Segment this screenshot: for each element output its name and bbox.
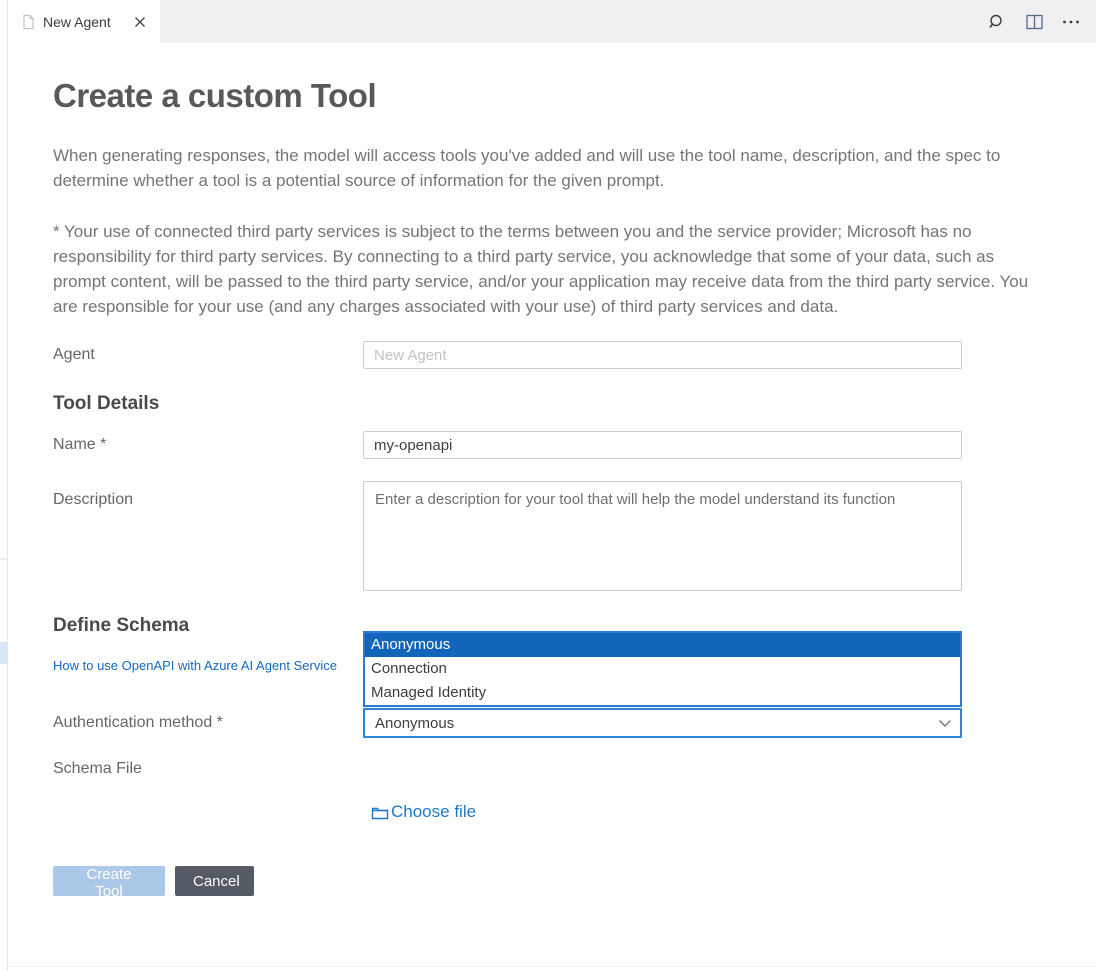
cancel-button[interactable]: Cancel [175, 866, 254, 896]
name-label: Name * [53, 436, 363, 454]
dropdown-option-managed-identity[interactable]: Managed Identity [365, 681, 960, 705]
tool-details-heading: Tool Details [53, 393, 1043, 419]
agent-input[interactable] [363, 341, 962, 369]
intro-paragraph: When generating responses, the model wil… [53, 143, 1043, 193]
schema-link-row: How to use OpenAPI with Azure AI Agent S… [53, 641, 1043, 708]
description-row: Description [53, 481, 1043, 591]
schema-file-row: Schema File [53, 758, 1043, 780]
name-input[interactable] [363, 431, 962, 459]
page-title: Create a custom Tool [53, 77, 1043, 121]
folder-icon [371, 804, 390, 821]
left-gutter [0, 0, 8, 971]
file-icon [20, 14, 36, 30]
form-actions: Create Tool Cancel [53, 866, 1043, 896]
auth-method-row: Authentication method * Anonymous [53, 708, 1043, 738]
dropdown-option-connection[interactable]: Connection [365, 657, 960, 681]
editor-tab-bar: New Agent [0, 0, 1096, 43]
choose-file-button[interactable]: Choose file [371, 802, 476, 822]
more-actions-icon[interactable] [1060, 11, 1082, 33]
editor-content: Create a custom Tool When generating res… [0, 77, 1096, 896]
schema-file-label: Schema File [53, 760, 363, 778]
auth-method-dropdown-popup: Anonymous Connection Managed Identity [363, 631, 962, 707]
chevron-down-icon [930, 719, 960, 728]
dropdown-option-anonymous[interactable]: Anonymous [365, 633, 960, 657]
description-label: Description [53, 481, 363, 509]
editor-actions [986, 0, 1082, 43]
split-editor-icon[interactable] [1023, 11, 1045, 33]
auth-method-selected-value: Anonymous [365, 715, 930, 732]
third-party-disclaimer: * Your use of connected third party serv… [53, 219, 1043, 319]
gutter-selection-highlight [0, 642, 8, 664]
search-icon[interactable] [986, 11, 1008, 33]
tab-new-agent[interactable]: New Agent [9, 0, 160, 43]
choose-file-row: Choose file [53, 802, 1043, 824]
tab-bar-empty-area [160, 0, 1096, 43]
gutter-divider [0, 558, 8, 560]
auth-method-label: Authentication method * [53, 714, 363, 732]
openapi-docs-link[interactable]: How to use OpenAPI with Azure AI Agent S… [53, 658, 337, 673]
choose-file-label: Choose file [391, 802, 476, 822]
agent-label: Agent [53, 346, 363, 364]
description-input[interactable] [363, 481, 962, 591]
create-tool-button[interactable]: Create Tool [53, 866, 165, 896]
tab-label: New Agent [43, 14, 123, 30]
close-icon[interactable] [130, 12, 150, 32]
name-row: Name * [53, 431, 1043, 459]
agent-row: Agent [53, 341, 1043, 369]
bottom-divider [0, 966, 1096, 967]
auth-method-select[interactable]: Anonymous [363, 708, 962, 738]
